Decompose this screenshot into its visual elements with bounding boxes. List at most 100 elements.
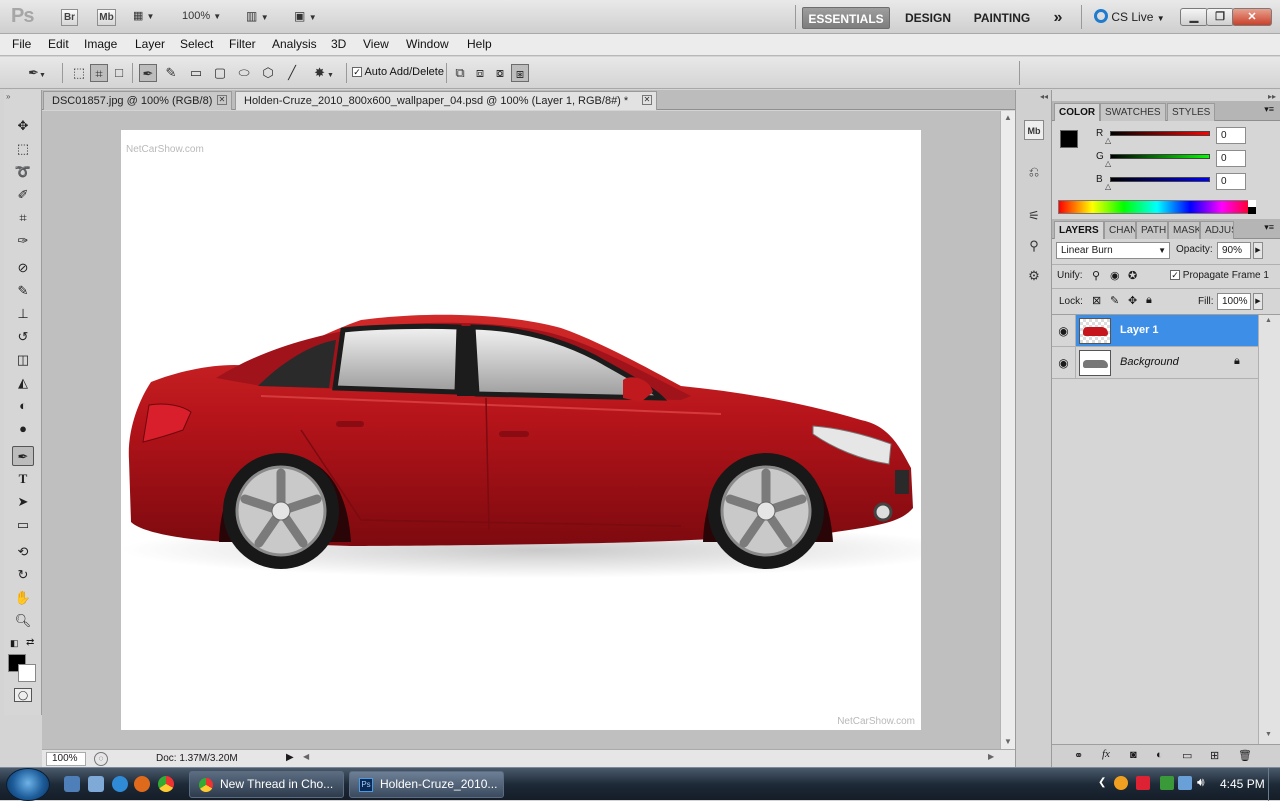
tab-layers[interactable]: LAYERS bbox=[1054, 221, 1104, 239]
close-tab-icon[interactable]: ✕ bbox=[217, 95, 227, 105]
auto-add-delete-checkbox[interactable]: ✓ Auto Add/Delete bbox=[352, 66, 444, 78]
blend-mode-dropdown[interactable]: Linear Burn ▼ bbox=[1056, 242, 1170, 259]
zoom-tool[interactable]: 🔍︎ bbox=[12, 611, 34, 631]
trash-icon[interactable]: 🗑︎ bbox=[1238, 749, 1252, 762]
network-icon[interactable] bbox=[1178, 776, 1192, 790]
collapse-toolbox-icon[interactable]: » bbox=[6, 92, 10, 101]
color-spectrum-bar[interactable] bbox=[1058, 200, 1256, 214]
shape-tool[interactable]: ▭ bbox=[12, 515, 34, 535]
pen-mode-button[interactable]: ✒ bbox=[139, 64, 157, 82]
lock-position-icon[interactable]: ✥ bbox=[1128, 294, 1137, 307]
channel-r-slider[interactable] bbox=[1110, 131, 1210, 136]
view-extras-dropdown[interactable]: ▦ ▼ bbox=[133, 9, 165, 26]
history-brush-tool[interactable]: ↺ bbox=[12, 327, 34, 347]
tab-styles[interactable]: STYLES bbox=[1167, 103, 1216, 121]
polygon-shape-button[interactable]: ⬡ bbox=[259, 64, 277, 82]
menu-analysis[interactable]: Analysis bbox=[272, 37, 317, 51]
layer-row-background[interactable]: Background 🔒︎ bbox=[1076, 347, 1258, 379]
screen-mode-dropdown[interactable]: ▣ ▼ bbox=[294, 9, 326, 26]
lock-pixels-icon[interactable]: ✎ bbox=[1110, 294, 1119, 307]
move-tool[interactable]: ✥ bbox=[12, 116, 34, 136]
taskbar-button-chrome[interactable]: New Thread in Cho... bbox=[189, 771, 344, 798]
type-tool[interactable]: T bbox=[12, 469, 34, 489]
add-mask-icon[interactable]: ◙ bbox=[1130, 749, 1137, 761]
status-zoom-field[interactable]: 100% bbox=[46, 752, 86, 766]
dodge-tool[interactable]: ◐ bbox=[12, 396, 34, 416]
3d-rotate-tool[interactable]: ⟲ bbox=[12, 542, 34, 562]
scroll-up-icon[interactable]: ▲ bbox=[1265, 317, 1272, 324]
new-group-icon[interactable]: ▭ bbox=[1182, 749, 1192, 762]
menu-layer[interactable]: Layer bbox=[135, 37, 165, 51]
eraser-tool[interactable]: ◫ bbox=[12, 350, 34, 370]
volume-icon[interactable]: 🔊︎ bbox=[1197, 775, 1205, 790]
scroll-up-icon[interactable]: ▲ bbox=[1004, 113, 1012, 122]
menu-view[interactable]: View bbox=[363, 37, 389, 51]
menu-filter[interactable]: Filter bbox=[229, 37, 256, 51]
collapse-dock-icon[interactable]: ◂◂ bbox=[1040, 92, 1048, 101]
start-button[interactable] bbox=[6, 768, 50, 801]
explorer-icon[interactable] bbox=[88, 776, 104, 792]
scroll-down-icon[interactable]: ▼ bbox=[1004, 737, 1012, 746]
rounded-rectangle-button[interactable]: ▢ bbox=[211, 64, 229, 82]
quick-selection-tool[interactable]: ✐ bbox=[12, 185, 34, 205]
slider-thumb-icon[interactable]: △ bbox=[1105, 136, 1111, 145]
path-selection-tool[interactable]: ➤ bbox=[12, 492, 34, 512]
clone-source-icon[interactable]: ⚲ bbox=[1024, 236, 1044, 256]
path-subtract-button[interactable]: ⧈ bbox=[471, 64, 489, 82]
history-panel-icon[interactable]: ⎌ bbox=[1024, 162, 1044, 182]
tab-color[interactable]: COLOR bbox=[1054, 103, 1101, 121]
clone-stamp-tool[interactable]: ⊥ bbox=[12, 304, 34, 324]
layer-visibility-toggle[interactable]: ◉ bbox=[1052, 347, 1076, 379]
tab-paths[interactable]: PATH bbox=[1136, 221, 1168, 239]
arrange-documents-dropdown[interactable]: ▥ ▼ bbox=[246, 9, 278, 26]
crop-tool[interactable]: ⌗ bbox=[12, 208, 34, 228]
tray-app-icon[interactable] bbox=[1160, 776, 1174, 790]
unify-style-icon[interactable]: ✪ bbox=[1128, 269, 1137, 282]
spectrum-white-swatch[interactable] bbox=[1248, 200, 1256, 207]
clock[interactable]: 4:45 PM bbox=[1220, 777, 1265, 791]
taskbar-button-photoshop[interactable]: Ps Holden-Cruze_2010... bbox=[349, 771, 504, 798]
tab-adjustments[interactable]: ADJUS bbox=[1200, 221, 1234, 239]
launch-minibridge-button[interactable]: Mb bbox=[97, 9, 116, 26]
shape-layers-button[interactable]: ⬚ bbox=[70, 64, 88, 82]
layers-scrollbar[interactable]: ▲ ▼ bbox=[1258, 315, 1280, 744]
tray-app-icon[interactable] bbox=[1136, 776, 1150, 790]
status-info-icon[interactable]: ◌ bbox=[94, 752, 108, 766]
path-add-button[interactable]: ⧉ bbox=[451, 64, 469, 82]
slider-thumb-icon[interactable]: △ bbox=[1105, 159, 1111, 168]
eyedropper-tool[interactable]: ✑ bbox=[12, 231, 34, 251]
firefox-icon[interactable] bbox=[134, 776, 150, 792]
fill-slider-toggle[interactable]: ▶ bbox=[1253, 293, 1263, 310]
lock-all-icon[interactable]: 🔒︎ bbox=[1146, 294, 1152, 307]
menu-file[interactable]: File bbox=[12, 37, 31, 51]
line-shape-button[interactable]: ╱ bbox=[283, 64, 301, 82]
internet-explorer-icon[interactable] bbox=[112, 776, 128, 792]
zoom-level-dropdown[interactable]: 100% ▼ bbox=[182, 10, 230, 26]
channel-g-slider[interactable] bbox=[1110, 154, 1210, 159]
layer-name[interactable]: Layer 1 bbox=[1120, 324, 1159, 336]
brush-tool[interactable]: ✎ bbox=[12, 281, 34, 301]
document-canvas[interactable]: NetCarShow.com NetCarShow.com bbox=[121, 130, 921, 730]
tray-app-icon[interactable] bbox=[1114, 776, 1128, 790]
show-hidden-icons[interactable]: ❮ bbox=[1098, 777, 1106, 788]
layer-style-fx-icon[interactable]: fx bbox=[1102, 748, 1110, 760]
ellipse-shape-button[interactable]: ⬭ bbox=[235, 64, 253, 82]
default-colors-icon[interactable]: ◧ bbox=[10, 638, 19, 649]
tool-preset-picker[interactable]: ✒▼ bbox=[22, 64, 52, 82]
minimize-button[interactable]: ▁ bbox=[1180, 8, 1208, 26]
close-button[interactable]: ✕ bbox=[1232, 8, 1272, 26]
show-desktop-button[interactable] bbox=[1268, 768, 1280, 801]
healing-brush-tool[interactable]: ⊘ bbox=[12, 258, 34, 278]
quick-mask-button[interactable]: ◯ bbox=[14, 688, 32, 702]
path-exclude-button[interactable]: ⧆ bbox=[511, 64, 529, 82]
workspace-design[interactable]: DESIGN bbox=[898, 7, 958, 29]
scroll-down-icon[interactable]: ▼ bbox=[1265, 731, 1272, 738]
tab-swatches[interactable]: SWATCHES bbox=[1100, 103, 1166, 121]
restore-button[interactable]: ❐ bbox=[1206, 8, 1234, 26]
opacity-slider-toggle[interactable]: ▶ bbox=[1253, 242, 1263, 259]
swap-colors-icon[interactable]: ⇄ bbox=[26, 637, 34, 648]
layer-name[interactable]: Background bbox=[1120, 356, 1179, 368]
collapse-panels-icon[interactable]: ▸▸ bbox=[1268, 92, 1276, 101]
paint-bucket-tool[interactable]: ◭ bbox=[12, 373, 34, 393]
actions-panel-icon[interactable]: ⚙ bbox=[1024, 266, 1044, 286]
